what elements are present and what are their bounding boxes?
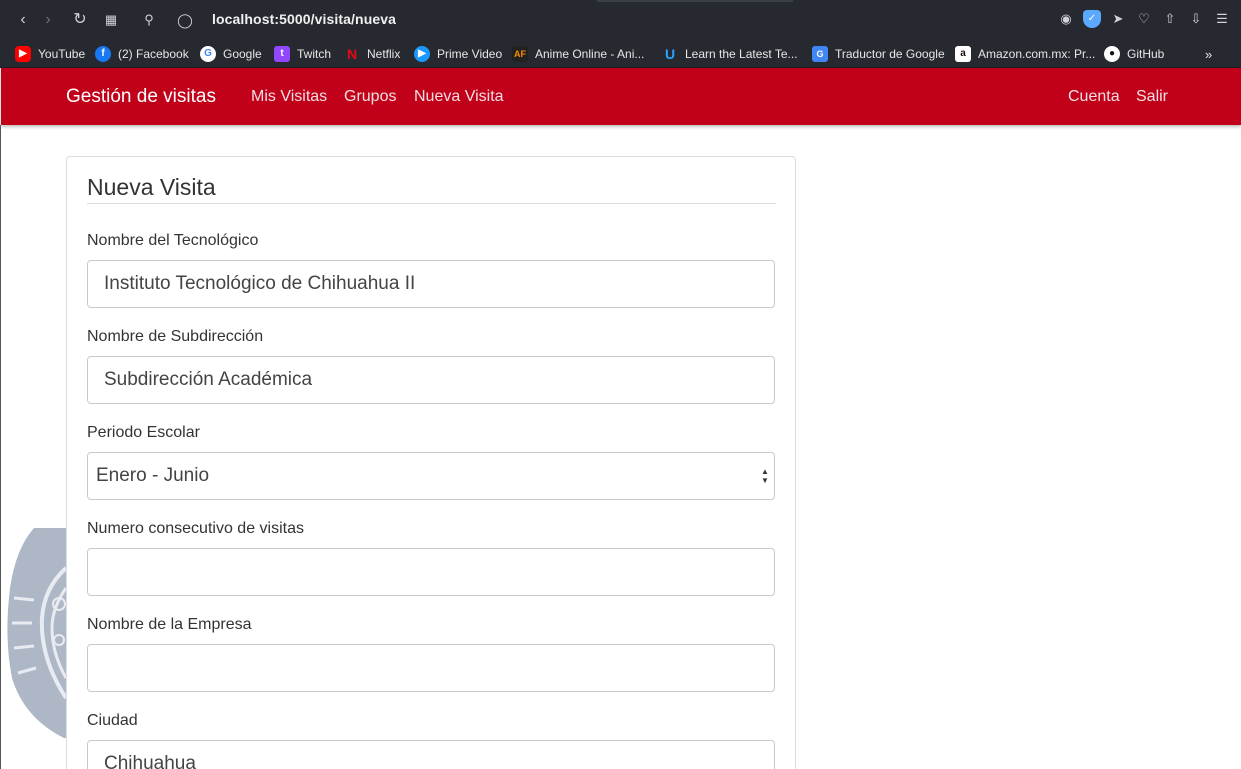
bookmark-google[interactable]: G Google [200, 44, 262, 64]
amazon-icon: a [955, 46, 971, 62]
nav-cuenta[interactable]: Cuenta [1068, 88, 1120, 106]
browser-actions: ◉ ✓ ➤ ♡ ⇧ ⇩ ☰ [1057, 10, 1231, 28]
nueva-visita-card: Nueva Visita Nombre del Tecnológico Inst… [66, 156, 796, 769]
prime-video-icon: ▶ [414, 46, 430, 62]
zoom-icon[interactable]: ⚲ [138, 9, 160, 31]
github-icon: ● [1104, 46, 1120, 62]
bookmark-youtube[interactable]: ▶ YouTube [15, 44, 85, 64]
address-bar[interactable]: localhost:5000/visita/nueva [212, 11, 396, 27]
google-translate-icon: G [812, 46, 828, 62]
select-periodo-escolar-value: Enero - Junio [96, 465, 210, 486]
bookmark-prime-video[interactable]: ▶ Prime Video [414, 44, 502, 64]
nav-mis-visitas[interactable]: Mis Visitas [251, 88, 327, 106]
back-icon[interactable]: ‹ [12, 9, 34, 31]
camera-icon[interactable]: ◉ [1057, 10, 1075, 28]
input-nombre-subdireccion[interactable]: Subdirección Académica [87, 356, 775, 404]
active-tab-indicator [597, 0, 793, 2]
bookmark-google-translate[interactable]: G Traductor de Google [812, 44, 945, 64]
select-periodo-escolar[interactable]: Enero - Junio ▲ ▼ [87, 452, 775, 500]
bookmark-facebook[interactable]: f (2) Facebook [95, 44, 189, 64]
animeflv-icon: AF [512, 46, 528, 62]
udemy-icon: U [664, 46, 676, 62]
download-icon[interactable]: ⇩ [1187, 10, 1205, 28]
input-numero-consecutivo[interactable] [87, 548, 775, 596]
app-navbar: Gestión de visitas Mis Visitas Grupos Nu… [1, 68, 1241, 125]
label-nombre-empresa: Nombre de la Empresa [87, 616, 252, 633]
nav-nueva-visita[interactable]: Nueva Visita [414, 88, 504, 106]
facebook-icon: f [95, 46, 111, 62]
card-title: Nueva Visita [87, 174, 216, 200]
bookmark-udemy[interactable]: U Learn the Latest Te... [662, 44, 798, 64]
forward-icon[interactable]: › [37, 9, 59, 31]
brand-title[interactable]: Gestión de visitas [66, 86, 216, 108]
label-periodo-escolar: Periodo Escolar [87, 424, 200, 441]
shield-icon[interactable]: ✓ [1083, 10, 1101, 28]
share-icon[interactable]: ⇧ [1161, 10, 1179, 28]
label-numero-consecutivo: Numero consecutivo de visitas [87, 520, 304, 537]
title-divider [87, 203, 776, 204]
bookmark-github[interactable]: ● GitHub [1104, 44, 1164, 64]
google-icon: G [200, 46, 216, 62]
page-left-border [0, 125, 1, 769]
institution-seal-watermark [7, 528, 74, 738]
label-nombre-tecnologico: Nombre del Tecnológico [87, 232, 259, 249]
browser-toolbar: ‹ › ↻ ▦ ⚲ ◯ localhost:5000/visita/nueva … [0, 0, 1241, 40]
input-nombre-tecnologico[interactable]: Instituto Tecnológico de Chihuahua II [87, 260, 775, 308]
bookmark-netflix[interactable]: N Netflix [344, 44, 400, 64]
bookmark-amazon[interactable]: a Amazon.com.mx: Pr... [955, 44, 1095, 64]
input-nombre-empresa[interactable] [87, 644, 775, 692]
tabs-grid-icon[interactable]: ▦ [100, 9, 122, 31]
updown-arrows-icon: ▲ ▼ [761, 467, 769, 485]
twitch-icon: t [274, 46, 290, 62]
bookmark-anime-online[interactable]: AF Anime Online - Ani... [512, 44, 644, 64]
bookmarks-bar: ▶ YouTube f (2) Facebook G Google t Twitch N… [0, 40, 1241, 68]
bookmarks-overflow-icon[interactable]: » [1205, 44, 1212, 64]
input-ciudad[interactable]: Chihuahua [87, 740, 775, 769]
netflix-icon: N [346, 46, 358, 62]
nav-grupos[interactable]: Grupos [344, 88, 396, 106]
globe-icon: ◯ [177, 12, 193, 28]
menu-icon[interactable]: ☰ [1213, 10, 1231, 28]
send-icon[interactable]: ➤ [1109, 10, 1127, 28]
nav-salir[interactable]: Salir [1136, 88, 1168, 106]
label-nombre-subdireccion: Nombre de Subdirección [87, 328, 264, 345]
bookmark-twitch[interactable]: t Twitch [274, 44, 331, 64]
label-ciudad: Ciudad [87, 712, 138, 729]
youtube-icon: ▶ [15, 46, 31, 62]
reload-icon[interactable]: ↻ [69, 9, 91, 31]
heart-icon[interactable]: ♡ [1135, 10, 1153, 28]
